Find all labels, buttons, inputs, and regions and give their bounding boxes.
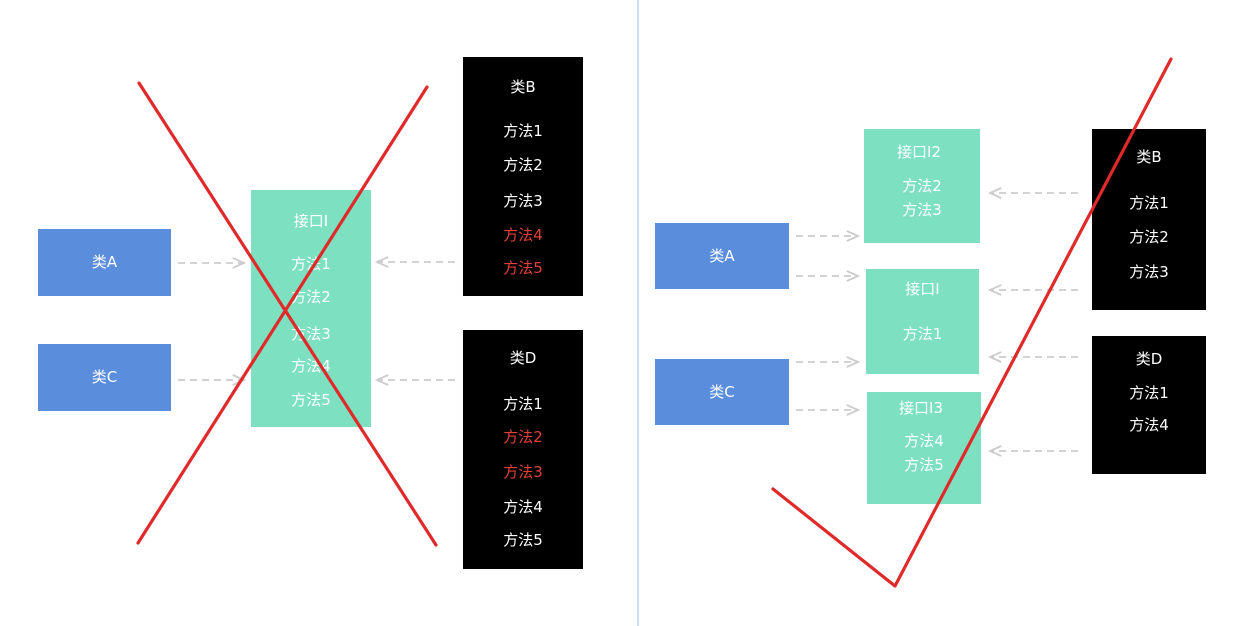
class-b-method-2-right: 方法2 — [1129, 228, 1169, 246]
class-d-method-2: 方法2 — [503, 428, 543, 446]
class-d-method-5: 方法5 — [503, 531, 543, 549]
interface-i-box-right: 接口I 方法1 — [866, 269, 979, 374]
interface-i3-method-5: 方法5 — [904, 456, 944, 474]
class-b-box-right: 类B 方法1 方法2 方法3 — [1092, 129, 1206, 310]
interface-i3-title: 接口I3 — [899, 399, 943, 417]
interface-i-method-3: 方法3 — [291, 325, 331, 343]
class-b-method-3: 方法3 — [503, 192, 543, 210]
class-a-label-right: 类A — [709, 246, 735, 265]
interface-i3-box: 接口I3 方法4 方法5 — [867, 392, 981, 504]
class-a-label: 类A — [91, 253, 118, 271]
class-d-box-right: 类D 方法1 方法4 — [1092, 336, 1206, 474]
interface-i-title: 接口I — [293, 212, 329, 230]
class-d-method-1: 方法1 — [503, 395, 543, 413]
interface-i2-title: 接口I2 — [897, 143, 941, 161]
left-panel-bad-design: 类A 类C 接口I 方法1 方法2 方法3 方法4 方法5 类B 方法1 方法2… — [0, 0, 639, 626]
class-b-title: 类B — [510, 78, 536, 96]
interface-i2-method-2: 方法2 — [902, 177, 942, 195]
class-d-method-4: 方法4 — [503, 498, 543, 516]
interface-i-method-4: 方法4 — [291, 357, 331, 375]
class-c-label-right: 类C — [709, 382, 735, 401]
interface-i2-box: 接口I2 方法2 方法3 — [864, 129, 980, 243]
class-d-box: 类D 方法1 方法2 方法3 方法4 方法5 — [463, 330, 583, 569]
class-b-method-5: 方法5 — [503, 259, 543, 277]
interface-i-method-1: 方法1 — [291, 255, 331, 273]
class-b-method-1-right: 方法1 — [1129, 194, 1169, 212]
class-d-method-3: 方法3 — [503, 463, 543, 481]
class-b-box: 类B 方法1 方法2 方法3 方法4 方法5 — [463, 57, 583, 296]
class-d-title: 类D — [509, 349, 537, 367]
interface-i3-method-4: 方法4 — [904, 432, 944, 450]
class-c-box: 类C — [38, 344, 171, 411]
right-panel-good-design: 类A 类C 接口I2 方法2 方法3 接口I 方法1 接口I3 方法4 方法5 … — [641, 0, 1251, 626]
class-b-title-right: 类B — [1136, 148, 1162, 166]
interface-i-title-right: 接口I — [905, 280, 940, 298]
class-d-title-right: 类D — [1135, 350, 1163, 368]
class-c-box-right: 类C — [655, 359, 789, 425]
interface-i-method-2: 方法2 — [291, 288, 331, 306]
class-b-method-4: 方法4 — [503, 226, 543, 244]
class-b-method-3-right: 方法3 — [1129, 263, 1169, 281]
interface-i-method-5: 方法5 — [291, 391, 331, 409]
class-d-method-1-right: 方法1 — [1129, 384, 1169, 402]
interface-i-method-1-right: 方法1 — [902, 325, 943, 343]
interface-i-box: 接口I 方法1 方法2 方法3 方法4 方法5 — [251, 190, 371, 427]
class-b-method-1: 方法1 — [503, 122, 543, 140]
diagram-comparison: 类A 类C 接口I 方法1 方法2 方法3 方法4 方法5 类B 方法1 方法2… — [0, 0, 1251, 626]
class-c-label: 类C — [91, 368, 118, 386]
interface-i2-method-3: 方法3 — [902, 201, 942, 219]
class-a-box-right: 类A — [655, 223, 789, 289]
class-a-box: 类A — [38, 229, 171, 296]
class-d-method-4-right: 方法4 — [1129, 416, 1169, 434]
class-b-method-2: 方法2 — [503, 156, 543, 174]
